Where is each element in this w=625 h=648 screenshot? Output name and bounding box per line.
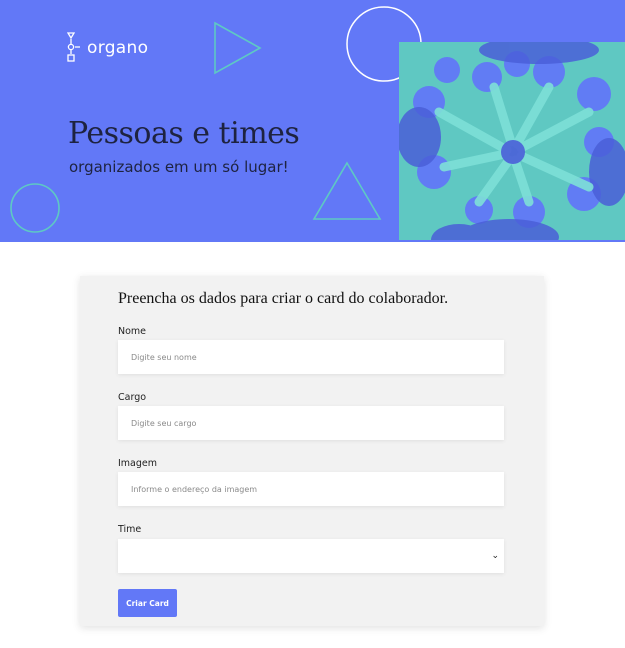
hero-banner: organo Pessoas e times organizados em um… [0,0,625,242]
image-label: Imagem [118,458,158,469]
chevron-down-icon: ⌄ [491,551,499,561]
form-section: Preencha os dados para criar o card do c… [0,242,625,648]
circle-outline-shape [10,183,60,233]
hero-subheadline: organizados em um só lugar! [69,158,289,176]
name-input[interactable] [118,340,504,374]
hero-headline: Pessoas e times [68,116,300,151]
triangle-up-shape [312,161,382,220]
logo-text: organo [87,38,149,58]
role-label: Cargo [118,392,147,403]
triangle-right-shape [214,21,262,75]
team-select[interactable]: ⌄ [118,539,504,573]
image-url-input[interactable] [118,472,504,506]
team-hands-photo [399,42,625,240]
name-label: Nome [118,326,147,337]
collaborator-form: Preencha os dados para criar o card do c… [80,276,544,626]
form-title: Preencha os dados para criar o card do c… [118,290,449,307]
create-card-button[interactable]: Criar Card [118,589,177,617]
role-input[interactable] [118,406,504,440]
team-label: Time [118,524,142,535]
organo-logo-icon [67,32,80,62]
logo: organo [67,32,148,64]
